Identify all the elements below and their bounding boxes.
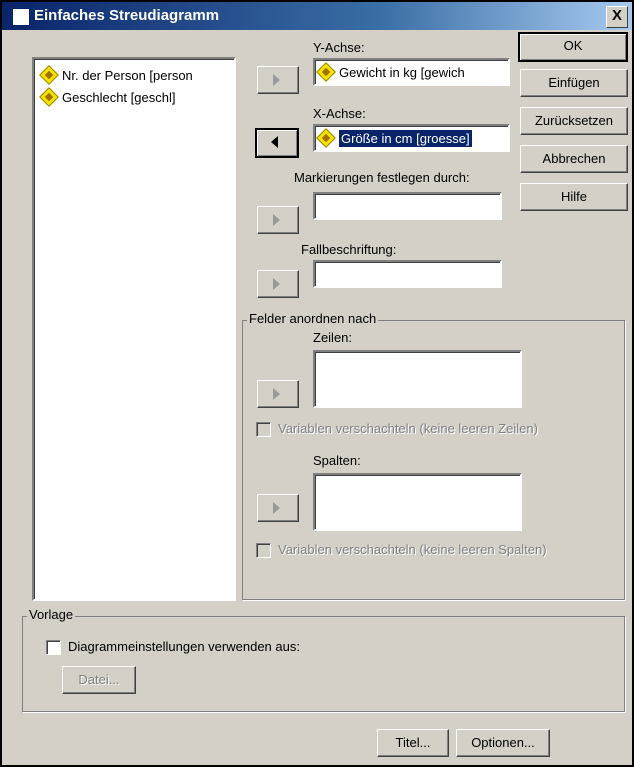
title-bar[interactable]: Einfaches Streudiagramm X bbox=[2, 2, 632, 30]
arrow-right-icon bbox=[273, 388, 280, 400]
list-item[interactable]: Nr. der Person [person bbox=[38, 65, 193, 85]
y-axis-field[interactable]: Gewicht in kg [gewich bbox=[313, 58, 510, 86]
columns-field[interactable] bbox=[313, 473, 522, 531]
columns-nest-checkbox[interactable] bbox=[256, 543, 271, 558]
scale-variable-icon bbox=[316, 128, 336, 148]
window-icon bbox=[12, 8, 30, 26]
ok-button[interactable]: OK bbox=[518, 32, 628, 62]
template-group bbox=[22, 616, 625, 712]
file-button[interactable]: Datei... bbox=[62, 666, 136, 694]
arrow-right-icon bbox=[273, 278, 280, 290]
template-checkbox[interactable] bbox=[46, 640, 61, 655]
scatterplot-dialog: Einfaches Streudiagramm X Nr. der Person… bbox=[0, 0, 634, 767]
y-axis-label: Y-Achse: bbox=[313, 40, 365, 55]
rows-label: Zeilen: bbox=[313, 330, 353, 345]
titles-button[interactable]: Titel... bbox=[377, 729, 449, 757]
source-variable-list[interactable]: Nr. der Person [person Geschlecht [gesch… bbox=[32, 57, 236, 601]
x-axis-field[interactable]: Größe in cm [groesse] bbox=[313, 124, 510, 152]
scale-variable-icon bbox=[316, 62, 336, 82]
variable-label: Nr. der Person [person bbox=[62, 67, 193, 83]
close-button[interactable]: X bbox=[606, 6, 628, 28]
arrow-right-icon bbox=[273, 214, 280, 226]
case-labels-transfer-button[interactable] bbox=[257, 270, 299, 298]
rows-transfer-button[interactable] bbox=[257, 380, 299, 408]
scale-variable-icon bbox=[39, 65, 59, 85]
x-axis-value: Größe in cm [groesse] bbox=[339, 129, 472, 147]
rows-nest-label: Variablen verschachteln (keine leeren Ze… bbox=[278, 421, 538, 436]
options-button[interactable]: Optionen... bbox=[456, 729, 550, 757]
window-title: Einfaches Streudiagramm bbox=[34, 7, 220, 24]
panel-by-title: Felder anordnen nach bbox=[247, 311, 379, 326]
arrow-right-icon bbox=[273, 502, 280, 514]
template-checkbox-label: Diagrammeinstellungen verwenden aus: bbox=[68, 639, 300, 654]
markers-field[interactable] bbox=[313, 192, 502, 220]
columns-transfer-button[interactable] bbox=[257, 494, 299, 522]
paste-button[interactable]: Einfügen bbox=[520, 69, 628, 97]
rows-field[interactable] bbox=[313, 350, 522, 408]
arrow-left-icon bbox=[271, 136, 278, 148]
template-title: Vorlage bbox=[27, 607, 76, 622]
y-axis-transfer-button[interactable] bbox=[257, 66, 299, 94]
rows-nest-checkbox[interactable] bbox=[256, 422, 271, 437]
columns-nest-label: Variablen verschachteln (keine leeren Sp… bbox=[278, 542, 547, 557]
x-axis-transfer-button[interactable] bbox=[255, 128, 299, 158]
cancel-button[interactable]: Abbrechen bbox=[520, 145, 628, 173]
arrow-right-icon bbox=[273, 74, 280, 86]
columns-label: Spalten: bbox=[313, 453, 361, 468]
variable-label: Geschlecht [geschl] bbox=[62, 89, 176, 105]
help-button[interactable]: Hilfe bbox=[520, 183, 628, 211]
case-labels-field[interactable] bbox=[313, 260, 502, 288]
scale-variable-icon bbox=[39, 87, 59, 107]
list-item[interactable]: Geschlecht [geschl] bbox=[38, 87, 175, 107]
markers-label: Markierungen festlegen durch: bbox=[294, 170, 470, 185]
y-axis-value: Gewicht in kg [gewich bbox=[339, 64, 465, 80]
x-axis-label: X-Achse: bbox=[313, 106, 366, 121]
markers-transfer-button[interactable] bbox=[257, 206, 299, 234]
reset-button[interactable]: Zurücksetzen bbox=[520, 107, 628, 135]
case-labels-label: Fallbeschriftung: bbox=[301, 242, 397, 257]
